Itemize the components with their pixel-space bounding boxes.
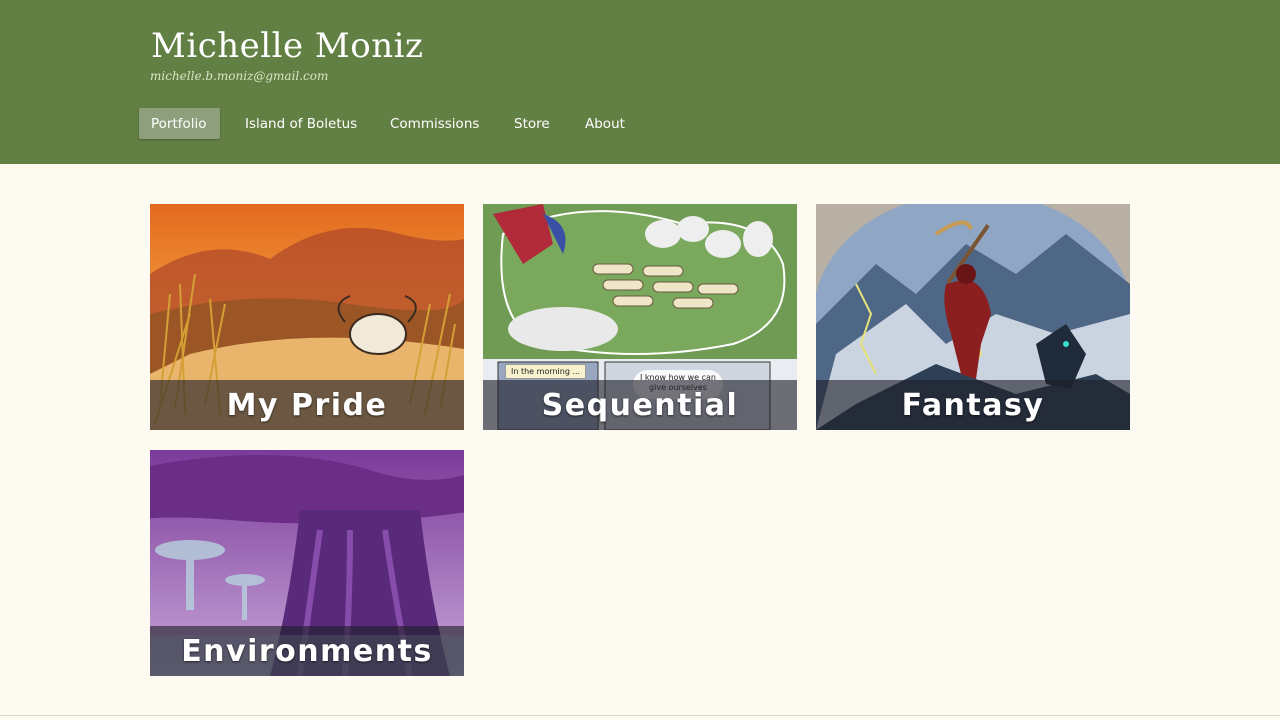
comic-caption-box: In the morning ... [505, 364, 587, 379]
tile-caption: My Pride [226, 388, 388, 423]
nav-item-island-of-boletus[interactable]: Island of Boletus [245, 114, 357, 134]
site-title[interactable]: Michelle Moniz [151, 27, 423, 65]
gallery-tile-my-pride[interactable]: My Pride [150, 204, 464, 430]
page-divider [0, 715, 1280, 716]
tile-caption: Fantasy [901, 388, 1045, 423]
nav-item-portfolio[interactable]: Portfolio [151, 114, 207, 134]
nav-item-commissions[interactable]: Commissions [390, 114, 479, 134]
gallery-tile-fantasy[interactable]: Fantasy [816, 204, 1130, 430]
gallery-tile-environments[interactable]: Environments [150, 450, 464, 676]
site-header: Michelle Moniz michelle.b.moniz@gmail.co… [0, 0, 1280, 164]
tile-caption: Environments [181, 634, 433, 669]
nav-item-store[interactable]: Store [514, 114, 550, 134]
gallery-tile-sequential[interactable]: In the morning ... I know how we can giv… [483, 204, 797, 430]
nav-item-about[interactable]: About [585, 114, 625, 134]
tile-caption: Sequential [541, 388, 739, 423]
site-email-link[interactable]: michelle.b.moniz@gmail.com [150, 69, 328, 83]
